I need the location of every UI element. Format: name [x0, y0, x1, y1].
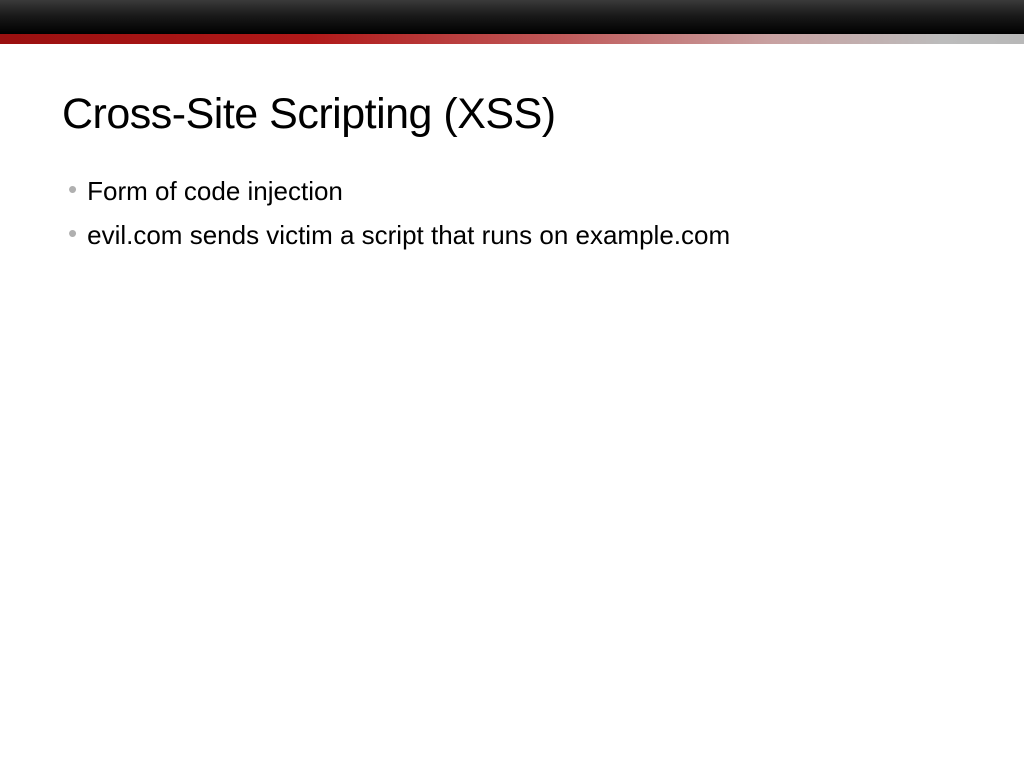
- bullet-list: • Form of code injection • evil.com send…: [62, 173, 962, 254]
- header-red-bar: [0, 34, 1024, 44]
- list-item: • Form of code injection: [68, 173, 962, 209]
- header-dark-bar: [0, 0, 1024, 34]
- bullet-text: evil.com sends victim a script that runs…: [87, 217, 730, 253]
- bullet-icon: •: [68, 217, 77, 250]
- bullet-icon: •: [68, 173, 77, 206]
- slide-content: Cross-Site Scripting (XSS) • Form of cod…: [0, 44, 1024, 254]
- bullet-text: Form of code injection: [87, 173, 343, 209]
- slide-title: Cross-Site Scripting (XSS): [62, 90, 962, 139]
- list-item: • evil.com sends victim a script that ru…: [68, 217, 962, 253]
